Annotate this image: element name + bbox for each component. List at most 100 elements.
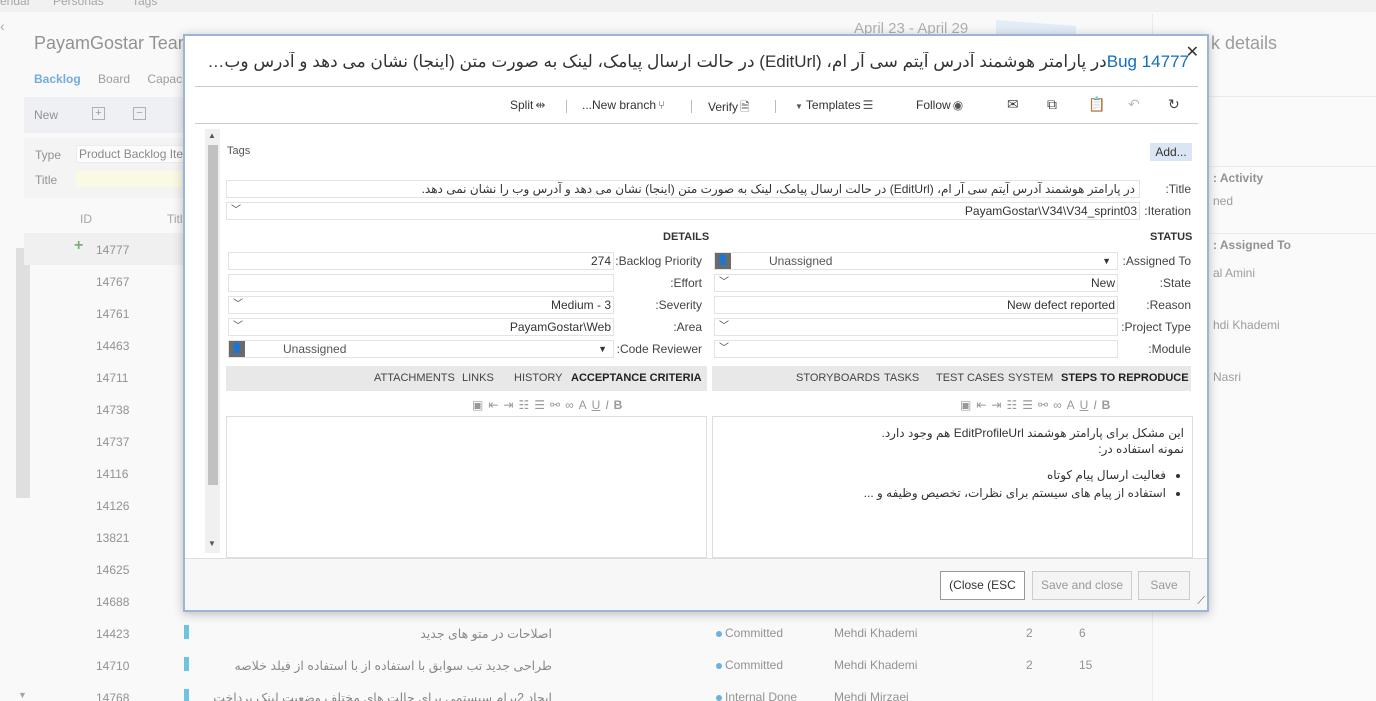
left-format-toolbar: ▣ ⇤ ⇥ ☷ ☰ ⚯ ∞ A U I B (467, 398, 622, 414)
steps-to-reproduce-editor[interactable]: این مشکل برای پارامتر هوشمند EditProfile… (712, 416, 1193, 558)
highlight-icon[interactable]: A (579, 398, 587, 412)
save-and-close-button[interactable]: Save and close (1032, 571, 1132, 600)
area-label: :Area (673, 320, 702, 334)
undo-icon[interactable]: ↶ (1128, 96, 1140, 113)
italic-icon[interactable]: I (605, 398, 608, 412)
link-icon[interactable]: ∞ (565, 398, 574, 412)
italic-icon[interactable]: I (1093, 398, 1096, 412)
project-type-label: :Project Type (1121, 320, 1191, 334)
caret-down-icon: ▼ (598, 344, 607, 354)
details-header: DETAILS (663, 231, 710, 243)
chevron-down-icon: ﹀ (233, 299, 243, 310)
module-field[interactable]: ﹀ (714, 340, 1118, 358)
image-icon[interactable]: ▣ (960, 398, 971, 412)
backlog-priority-field[interactable]: 274 (228, 252, 614, 270)
save-button[interactable]: Save (1138, 571, 1190, 600)
acceptance-criteria-editor[interactable] (226, 416, 707, 558)
reason-field[interactable]: New defect reported (714, 296, 1118, 314)
bold-icon[interactable]: B (1102, 398, 1111, 412)
area-field[interactable]: ﹀ PayamGostar\Web (228, 318, 614, 336)
tab-steps-to-reproduce[interactable]: STEPS TO REPRODUCE (1061, 372, 1189, 384)
verify-icon: 🗎 (740, 100, 750, 114)
resize-handle-icon[interactable]: ⟋ (1197, 595, 1205, 608)
copy-icon[interactable]: ⧉ (1047, 96, 1057, 113)
scroll-up-icon[interactable]: ▲ (208, 131, 216, 140)
severity-field[interactable]: ﹀ Medium - 3 (228, 296, 614, 314)
dialog-footer: (Close (ESC Save and close Save (185, 558, 1207, 610)
underline-icon[interactable]: U (592, 398, 601, 412)
tab-storyboards[interactable]: STORYBOARDS (796, 372, 880, 384)
steps-list: فعالیت ارسال پیام کوتاه استفاده از پیام … (864, 467, 1166, 501)
email-icon[interactable]: ✉ (1007, 96, 1019, 113)
indent-icon[interactable]: ⇥ (503, 398, 513, 412)
verify-button[interactable]: Verify 🗎 (708, 98, 750, 119)
scroll-down-icon[interactable]: ▼ (208, 539, 216, 548)
tab-history[interactable]: HISTORY (514, 372, 563, 384)
dialog-body: ▲ ▼ Tags Add... در پارامتر هوشمند آدرس آ… (205, 129, 1193, 558)
dialog-scrollbar[interactable]: ▲ ▼ (205, 129, 220, 553)
caret-down-icon: ▼ (795, 102, 803, 111)
templates-button[interactable]: ▼ Templates ☰ (795, 98, 873, 112)
refresh-icon[interactable]: ↻ (1168, 96, 1180, 113)
link-icon[interactable]: ∞ (1053, 398, 1062, 412)
indent-icon[interactable]: ⇥ (991, 398, 1001, 412)
list-item: استفاده از پیام های سیستم برای نظرات، تخ… (864, 485, 1166, 501)
status-header: STATUS (1150, 231, 1193, 243)
tab-test-cases[interactable]: TEST CASES (936, 372, 1004, 384)
split-button[interactable]: Split ⇹ (510, 98, 545, 112)
chevron-down-icon: ﹀ (719, 277, 729, 288)
project-type-field[interactable]: ﹀ (714, 318, 1118, 336)
assigned-to-field[interactable]: 👤 Unassigned ▼ (714, 252, 1118, 270)
tags-label: Tags (227, 145, 251, 157)
dialog-title-text: در پارامتر هوشمند آدرس آیتم سی آر ام، (E… (203, 52, 1107, 71)
scroll-thumb[interactable] (208, 145, 218, 485)
outdent-icon[interactable]: ⇤ (488, 398, 498, 412)
close-button[interactable]: (Close (ESC (940, 571, 1025, 600)
person-icon: 👤 (715, 253, 731, 269)
effort-field[interactable] (228, 274, 614, 292)
tab-attachments[interactable]: ATTACHMENTS (374, 372, 455, 384)
close-icon[interactable]: ✕ (1186, 42, 1199, 62)
divider (566, 100, 567, 113)
eye-icon: ◉ (952, 98, 964, 112)
caret-down-icon: ▼ (1102, 256, 1111, 266)
chevron-down-icon: ﹀ (719, 321, 729, 332)
code-reviewer-field[interactable]: 👤 Unassigned ▼ (228, 340, 614, 358)
bullet-list-icon[interactable]: ☰ (534, 398, 545, 412)
module-label: :Module (1148, 342, 1191, 356)
bold-icon[interactable]: B (614, 398, 623, 412)
tab-tasks[interactable]: TASKS (884, 372, 919, 384)
numbered-list-icon[interactable]: ☷ (518, 398, 529, 412)
tab-links[interactable]: LINKS (462, 372, 494, 384)
divider (775, 100, 776, 113)
highlight-icon[interactable]: A (1067, 398, 1075, 412)
tab-acceptance-criteria[interactable]: ACCEPTANCE CRITERIA (571, 372, 702, 384)
severity-label: :Severity (655, 298, 702, 312)
bullet-list-icon[interactable]: ☰ (1022, 398, 1033, 412)
person-icon: 👤 (229, 341, 245, 357)
tab-system[interactable]: SYSTEM (1008, 372, 1053, 384)
unlink-icon[interactable]: ⚯ (550, 398, 560, 412)
divider (195, 123, 1198, 124)
unlink-icon[interactable]: ⚯ (1038, 398, 1048, 412)
add-tag-button[interactable]: Add... (1150, 143, 1192, 161)
reason-label: :Reason (1146, 298, 1191, 312)
dialog-toolbar: Split ⇹ ...New branch ⑂ Verify 🗎 ▼ Templates… (195, 91, 1198, 121)
title-label: :Title (1165, 182, 1191, 196)
chevron-down-icon: ﹀ (233, 321, 243, 332)
state-label: :State (1159, 276, 1191, 290)
image-icon[interactable]: ▣ (472, 398, 483, 412)
iteration-field[interactable]: ﹀ PayamGostar\V34\V34_sprint03 (226, 202, 1140, 220)
state-field[interactable]: ﹀ New (714, 274, 1118, 292)
underline-icon[interactable]: U (1080, 398, 1089, 412)
new-branch-button[interactable]: ...New branch ⑂ (582, 98, 665, 112)
outdent-icon[interactable]: ⇤ (976, 398, 986, 412)
bug-id-link[interactable]: Bug 14777 (1107, 52, 1189, 71)
title-field[interactable]: در پارامتر هوشمند آدرس آیتم سی آر ام، (E… (226, 180, 1140, 198)
numbered-list-icon[interactable]: ☷ (1006, 398, 1017, 412)
chevron-down-icon: ﹀ (231, 205, 241, 216)
steps-line: این مشکل برای پارامتر هوشمند EditProfile… (881, 426, 1184, 440)
follow-button[interactable]: Follow ◉ (916, 98, 963, 112)
assigned-to-label: :Assigned To (1122, 254, 1192, 268)
clipboard-icon[interactable]: 📋 (1088, 96, 1105, 113)
